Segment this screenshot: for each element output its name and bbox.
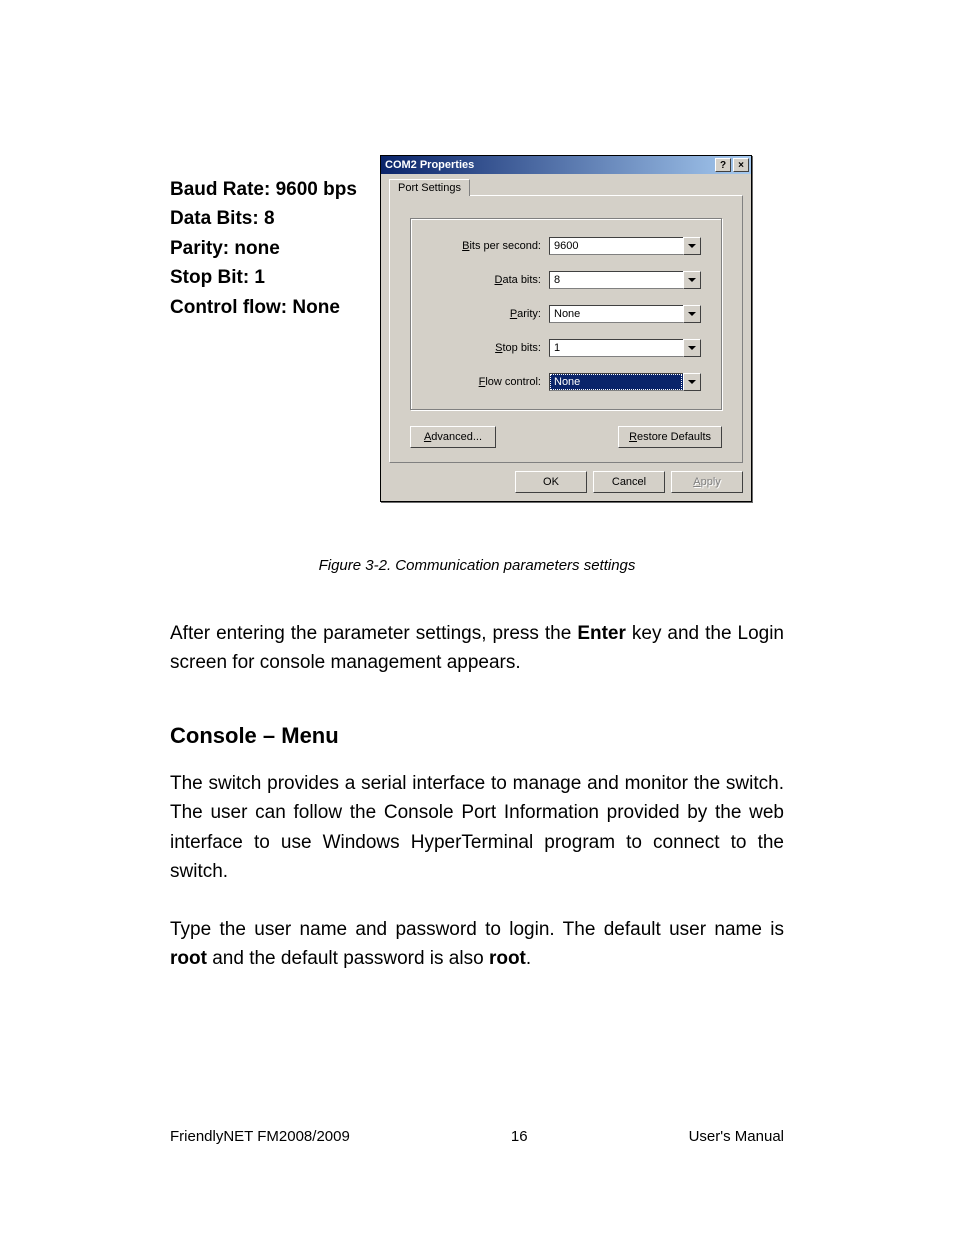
value-stop-bits: 1 bbox=[549, 339, 683, 357]
restore-defaults-button[interactable]: Restore Defaults bbox=[618, 426, 722, 448]
section-heading: Console – Menu bbox=[170, 723, 784, 749]
combo-flow-control[interactable]: None bbox=[549, 373, 701, 391]
label-stop-bits: Stop bits: bbox=[431, 342, 549, 354]
label-data-bits: Data bits: bbox=[431, 274, 549, 286]
figure-caption: Figure 3-2. Communication parameters set… bbox=[170, 557, 784, 574]
field-bits-per-second: Bits per second: 9600 bbox=[431, 237, 701, 255]
field-data-bits: Data bits: 8 bbox=[431, 271, 701, 289]
label-parity: Parity: bbox=[431, 308, 549, 320]
chevron-down-icon[interactable] bbox=[683, 305, 701, 323]
footer-right: User's Manual bbox=[689, 1128, 784, 1145]
combo-data-bits[interactable]: 8 bbox=[549, 271, 701, 289]
value-data-bits: 8 bbox=[549, 271, 683, 289]
paragraph-3: Type the user name and password to login… bbox=[170, 915, 784, 974]
dialog-body: Port Settings Bits per second: 9600 Data… bbox=[381, 174, 751, 471]
panel-buttons: Advanced... Restore Defaults bbox=[410, 426, 722, 448]
param-baud: Baud Rate: 9600 bps bbox=[170, 175, 360, 204]
dialog-buttons: OK Cancel Apply bbox=[381, 471, 751, 501]
dialog-title: COM2 Properties bbox=[385, 159, 713, 171]
combo-parity[interactable]: None bbox=[549, 305, 701, 323]
apply-button[interactable]: Apply bbox=[671, 471, 743, 493]
footer-left: FriendlyNET FM2008/2009 bbox=[170, 1128, 350, 1145]
param-parity: Parity: none bbox=[170, 234, 360, 263]
chevron-down-icon[interactable] bbox=[683, 339, 701, 357]
combo-bits-per-second[interactable]: 9600 bbox=[549, 237, 701, 255]
tab-panel: Bits per second: 9600 Data bits: 8 bbox=[389, 195, 743, 463]
field-stop-bits: Stop bits: 1 bbox=[431, 339, 701, 357]
param-databits: Data Bits: 8 bbox=[170, 204, 360, 233]
close-icon[interactable]: × bbox=[733, 158, 749, 172]
chevron-down-icon[interactable] bbox=[683, 237, 701, 255]
ok-button[interactable]: OK bbox=[515, 471, 587, 493]
top-row: Baud Rate: 9600 bps Data Bits: 8 Parity:… bbox=[170, 155, 784, 502]
help-icon[interactable]: ? bbox=[715, 158, 731, 172]
parameter-list: Baud Rate: 9600 bps Data Bits: 8 Parity:… bbox=[170, 175, 360, 322]
page-footer: FriendlyNET FM2008/2009 16 User's Manual bbox=[170, 1128, 784, 1145]
com-properties-dialog: COM2 Properties ? × Port Settings Bits p… bbox=[380, 155, 752, 502]
chevron-down-icon[interactable] bbox=[683, 373, 701, 391]
cancel-button[interactable]: Cancel bbox=[593, 471, 665, 493]
field-parity: Parity: None bbox=[431, 305, 701, 323]
footer-center: 16 bbox=[511, 1128, 528, 1145]
tab-port-settings[interactable]: Port Settings bbox=[389, 179, 470, 196]
document-page: Baud Rate: 9600 bps Data Bits: 8 Parity:… bbox=[0, 0, 954, 1235]
value-bits-per-second: 9600 bbox=[549, 237, 683, 255]
paragraph-1: After entering the parameter settings, p… bbox=[170, 619, 784, 678]
dialog-titlebar[interactable]: COM2 Properties ? × bbox=[381, 156, 751, 174]
settings-groupbox: Bits per second: 9600 Data bits: 8 bbox=[410, 218, 722, 410]
chevron-down-icon[interactable] bbox=[683, 271, 701, 289]
value-parity: None bbox=[549, 305, 683, 323]
param-flow: Control flow: None bbox=[170, 293, 360, 322]
advanced-button[interactable]: Advanced... bbox=[410, 426, 496, 448]
label-flow-control: Flow control: bbox=[431, 376, 549, 388]
field-flow-control: Flow control: None bbox=[431, 373, 701, 391]
param-stopbit: Stop Bit: 1 bbox=[170, 263, 360, 292]
label-bits-per-second: Bits per second: bbox=[431, 240, 549, 252]
value-flow-control: None bbox=[549, 373, 683, 391]
paragraph-2: The switch provides a serial interface t… bbox=[170, 769, 784, 887]
combo-stop-bits[interactable]: 1 bbox=[549, 339, 701, 357]
